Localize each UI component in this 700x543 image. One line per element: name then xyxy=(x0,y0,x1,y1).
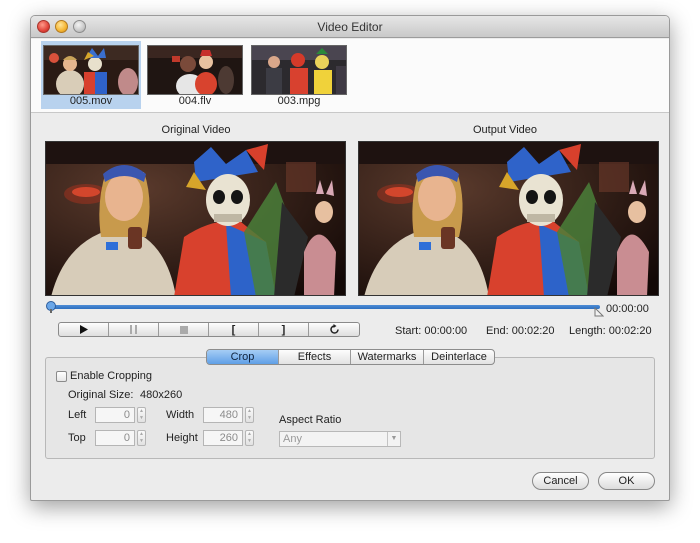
stop-icon xyxy=(179,325,188,334)
aspect-ratio-select[interactable]: Any ▼ xyxy=(279,431,401,447)
width-stepper[interactable]: ▲ ▼ xyxy=(245,407,254,423)
close-window-button[interactable] xyxy=(37,20,50,33)
width-input[interactable]: 480 xyxy=(203,407,243,423)
title-bar[interactable]: Video Editor xyxy=(31,16,669,38)
playback-controls: [ ] xyxy=(58,322,360,337)
length-time-info: Length: 00:02:20 xyxy=(569,325,652,337)
top-stepper[interactable]: ▲ ▼ xyxy=(137,430,146,446)
thumbnail-caption: 004.flv xyxy=(178,95,212,107)
play-icon xyxy=(79,325,88,334)
timeline-end-marker[interactable] xyxy=(594,306,605,317)
start-value: 00:00:00 xyxy=(424,325,468,337)
aspect-ratio-label: Aspect Ratio xyxy=(279,414,342,426)
top-label: Top xyxy=(68,432,86,444)
party-photo-thumb xyxy=(252,46,346,94)
cancel-button[interactable]: Cancel xyxy=(532,472,589,490)
tab-watermarks[interactable]: Watermarks xyxy=(351,350,424,364)
pause-icon xyxy=(130,325,137,334)
timeline-playhead-handle[interactable] xyxy=(46,301,56,313)
enable-cropping-label: Enable Cropping xyxy=(70,370,152,382)
output-video-preview xyxy=(358,141,659,296)
video-editor-window: Video Editor 0 05.mov 004.flv 003.mpg Ori… xyxy=(30,15,670,501)
end-value: 00:02:20 xyxy=(511,325,555,337)
height-input[interactable]: 260 xyxy=(203,430,243,446)
original-video-preview xyxy=(45,141,346,296)
left-input[interactable]: 0 xyxy=(95,407,135,423)
start-label: Start: xyxy=(395,325,422,337)
start-time-info: Start: 00:00:00 xyxy=(395,325,467,337)
height-stepper[interactable]: ▲ ▼ xyxy=(245,430,254,446)
tab-crop[interactable]: Crop xyxy=(207,350,279,364)
mark-out-label: ] xyxy=(281,323,286,336)
thumbnail-caption: 003.mpg xyxy=(277,95,321,107)
timeline-slider[interactable] xyxy=(50,305,600,309)
end-label: End: xyxy=(486,325,509,337)
reset-button[interactable] xyxy=(309,323,359,336)
end-time-info: End: 00:02:20 xyxy=(486,325,555,337)
party-photo-thumb xyxy=(44,46,138,94)
thumbnail-003-mpg[interactable]: 003.mpg xyxy=(249,41,349,109)
mark-out-button[interactable]: ] xyxy=(259,323,309,336)
output-video-label: Output Video xyxy=(472,124,537,136)
minimize-window-button[interactable] xyxy=(55,20,68,33)
zoom-window-button[interactable] xyxy=(73,20,86,33)
left-stepper[interactable]: ▲ ▼ xyxy=(137,407,146,423)
play-button[interactable] xyxy=(59,323,109,336)
thumbnail-image xyxy=(147,45,243,95)
pause-button[interactable] xyxy=(109,323,159,336)
tab-effects[interactable]: Effects xyxy=(279,350,351,364)
party-photo-thumb xyxy=(148,46,242,94)
ok-button[interactable]: OK xyxy=(598,472,655,490)
height-label: Height xyxy=(166,432,198,444)
top-input[interactable]: 0 xyxy=(95,430,135,446)
thumbnail-caption: 005.mov xyxy=(69,95,113,107)
tab-deinterlace[interactable]: Deinterlace xyxy=(424,350,494,364)
original-video-label: Original Video xyxy=(161,124,231,136)
enable-cropping-checkbox[interactable] xyxy=(56,371,67,382)
settings-tabs: Crop Effects Watermarks Deinterlace xyxy=(206,349,495,365)
original-size-value: 480x260 xyxy=(140,389,183,401)
length-label: Length: xyxy=(569,325,606,337)
thumbnail-image xyxy=(43,45,139,95)
original-size-label: Original Size: xyxy=(68,389,134,401)
aspect-ratio-value: Any xyxy=(283,433,302,445)
length-value: 00:02:20 xyxy=(608,325,652,337)
end-marker-icon xyxy=(594,306,605,317)
video-frame-image xyxy=(46,142,345,295)
thumbnail-005-mov[interactable]: 005.mov xyxy=(41,41,141,109)
window-title: Video Editor xyxy=(317,20,383,34)
chevron-down-icon: ▼ xyxy=(387,432,400,446)
left-label: Left xyxy=(68,409,87,421)
thumbnail-image xyxy=(251,45,347,95)
thumbnail-004-flv[interactable]: 004.flv xyxy=(145,41,245,109)
stop-button[interactable] xyxy=(159,323,209,336)
width-label: Width xyxy=(166,409,195,421)
reset-icon xyxy=(329,324,339,334)
video-frame-image xyxy=(359,142,658,295)
playhead-icon xyxy=(46,301,56,313)
current-timecode: 00:00:00 xyxy=(606,303,649,315)
mark-in-label: [ xyxy=(231,323,236,336)
mark-in-button[interactable]: [ xyxy=(209,323,259,336)
file-thumbnail-strip: 005.mov 004.flv 003.mpg xyxy=(31,39,669,113)
